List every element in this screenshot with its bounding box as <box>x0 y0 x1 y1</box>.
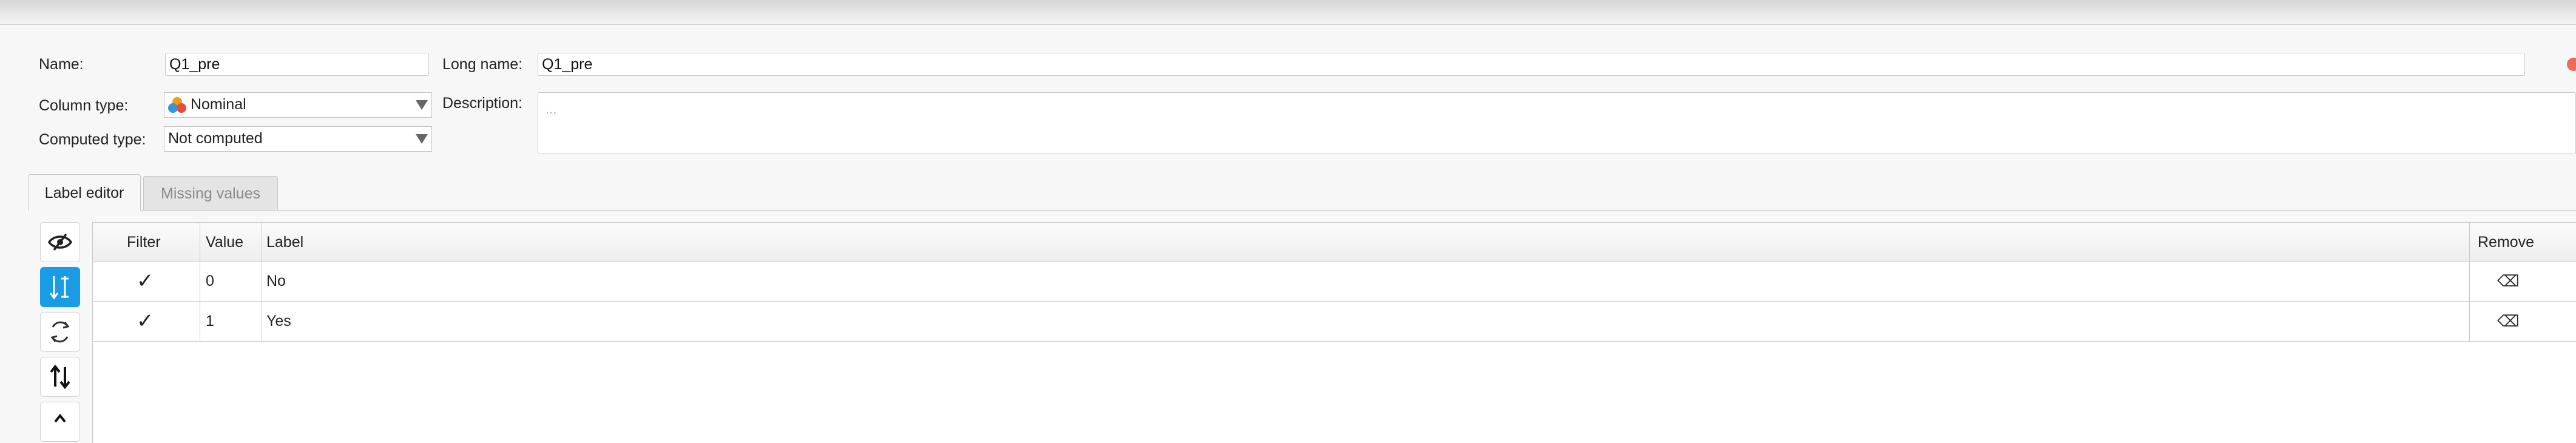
value-cell: 1 <box>206 313 214 330</box>
value-cell: 0 <box>206 272 214 289</box>
column-type-label: Column type: <box>39 97 129 114</box>
tab-missing-values[interactable]: Missing values <box>143 176 278 210</box>
header-filter[interactable]: Filter <box>127 223 161 262</box>
description-field[interactable]: ... <box>538 92 2576 154</box>
long-name-field[interactable]: Q1_pre <box>538 53 2525 76</box>
eye-slash-icon <box>48 233 72 251</box>
close-icon[interactable] <box>2567 58 2576 71</box>
label-cell[interactable]: Yes <box>266 302 291 340</box>
description-label: Description: <box>442 95 522 112</box>
column-type-value: Nominal <box>190 96 246 113</box>
table-row[interactable]: ✓ 1 Yes ⌫ <box>93 302 2576 342</box>
swap-updown-button[interactable] <box>40 357 80 397</box>
header-value[interactable]: Value <box>206 223 243 262</box>
computed-type-label: Computed type: <box>39 131 146 148</box>
chevron-down-icon <box>416 100 428 110</box>
tab-label-editor[interactable]: Label editor <box>28 174 141 211</box>
filter-check[interactable]: ✓ <box>137 262 154 300</box>
table-header: Filter Value Label Remove <box>93 223 2576 262</box>
arrow-up-icon <box>54 413 66 423</box>
column-type-select[interactable]: Nominal <box>164 92 432 118</box>
toggle-filter-button[interactable] <box>40 222 80 262</box>
labels-table: Filter Value Label Remove ✓ 0 No ⌫ ✓ 1 Y… <box>92 222 2576 443</box>
header-remove[interactable]: Remove <box>2478 223 2534 262</box>
erase-icon[interactable]: ⌫ <box>2497 302 2520 340</box>
erase-icon[interactable]: ⌫ <box>2497 262 2520 300</box>
label-cell[interactable]: No <box>266 262 286 300</box>
table-row[interactable]: ✓ 0 No ⌫ <box>93 262 2576 302</box>
sort-ascending-icon <box>49 276 69 300</box>
sort-ascending-button[interactable] <box>40 267 80 307</box>
move-up-button[interactable] <box>40 402 80 442</box>
chevron-down-icon <box>416 134 428 144</box>
name-label: Name: <box>39 56 84 73</box>
filter-check[interactable]: ✓ <box>137 302 154 340</box>
computed-type-select[interactable]: Not computed <box>164 126 432 152</box>
window-top-bar <box>0 0 2576 25</box>
tab-divider <box>28 210 2576 211</box>
reverse-button[interactable] <box>40 312 80 352</box>
swap-updown-icon <box>50 364 70 390</box>
nominal-icon <box>168 96 186 113</box>
header-label[interactable]: Label <box>266 223 303 262</box>
computed-type-value: Not computed <box>168 130 263 147</box>
name-field[interactable]: Q1_pre <box>165 53 429 76</box>
long-name-label: Long name: <box>442 56 523 73</box>
reverse-icon <box>50 321 70 343</box>
